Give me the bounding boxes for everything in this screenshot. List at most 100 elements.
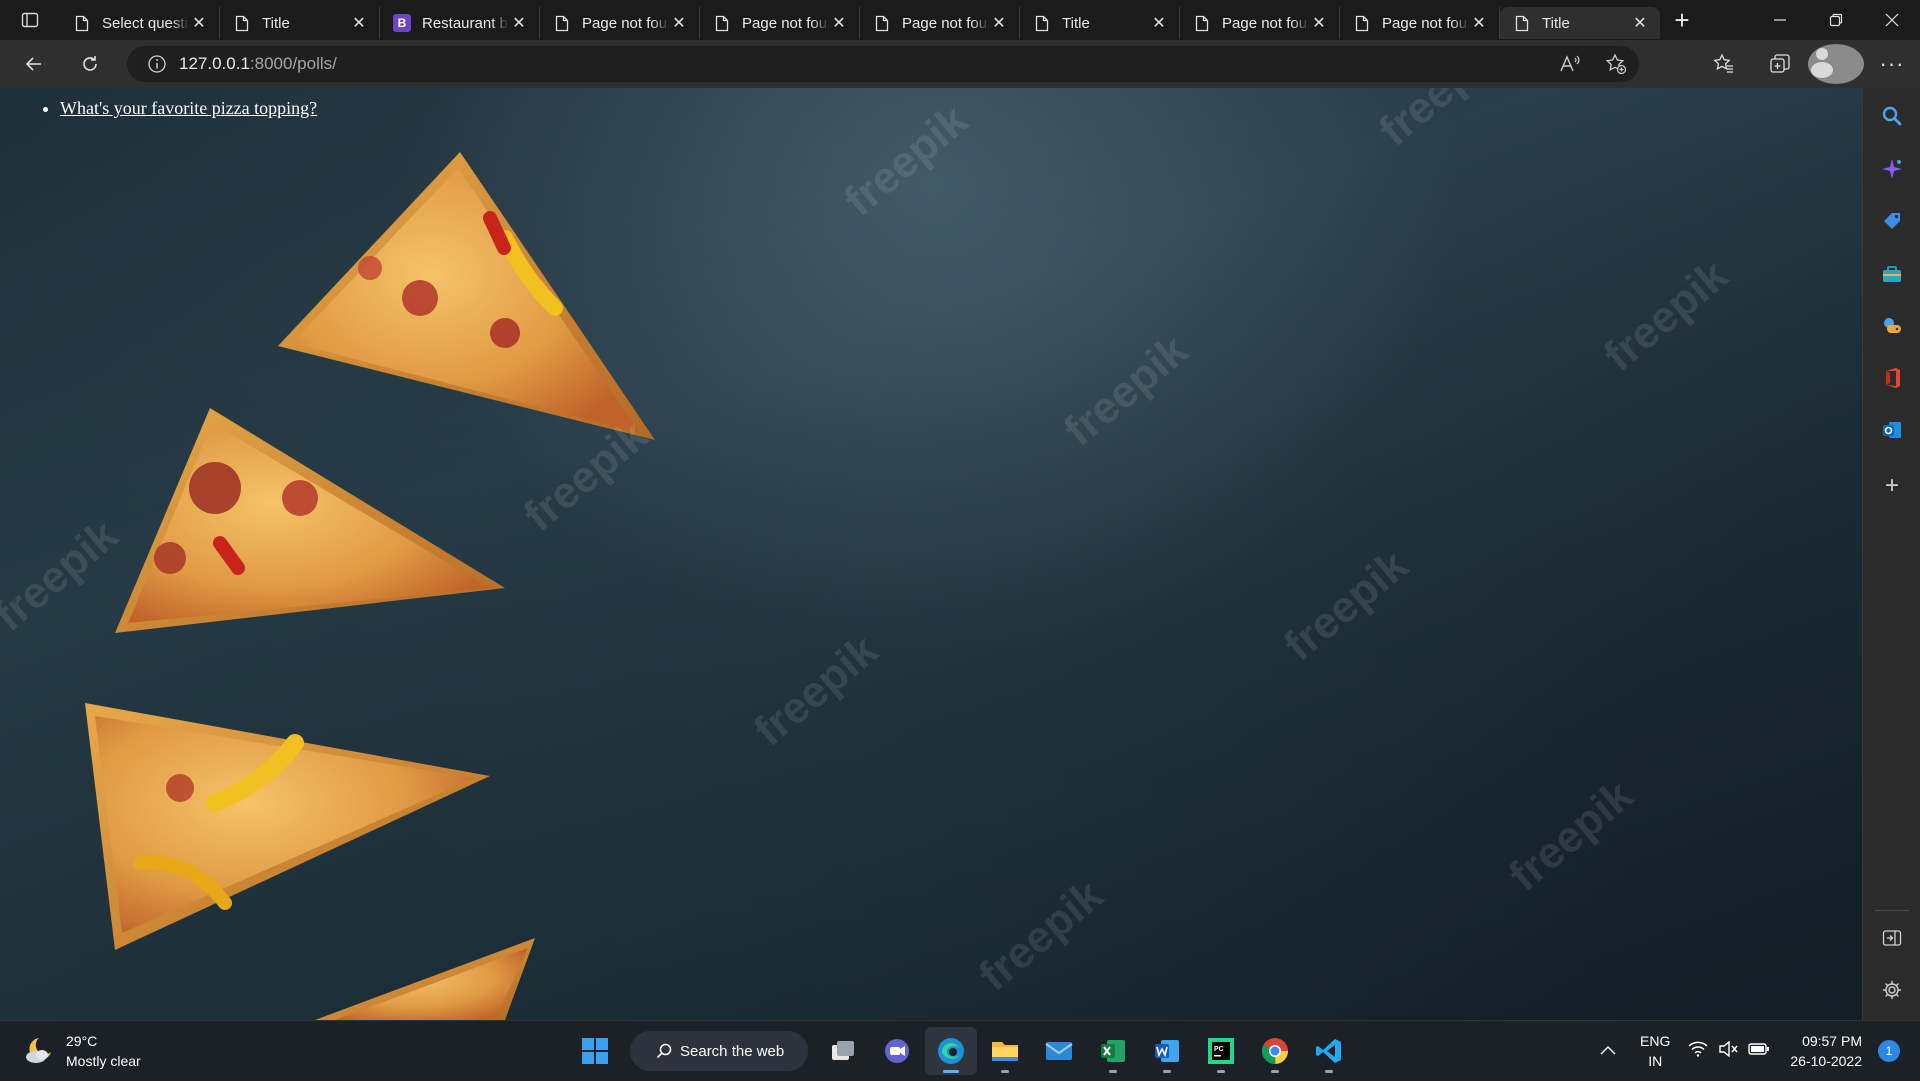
sidebar-outlook-button[interactable] [1863, 410, 1920, 450]
word-icon [1155, 1040, 1179, 1062]
favorites-icon [1713, 53, 1733, 73]
plus-icon: + [1884, 472, 1899, 499]
word-button[interactable] [1141, 1027, 1193, 1075]
sidebar-office-button[interactable] [1863, 358, 1920, 398]
start-button[interactable] [569, 1027, 621, 1075]
tab-title-active[interactable]: Title ✕ [1500, 7, 1660, 39]
back-button[interactable] [6, 44, 62, 84]
tab-title-2[interactable]: Title ✕ [1020, 7, 1180, 39]
page-viewport: freepik freepik freepik freepik freepik … [0, 88, 1862, 1020]
vscode-button[interactable] [1303, 1027, 1355, 1075]
taskbar-search-box[interactable]: Search the web [630, 1031, 808, 1071]
task-view-button[interactable] [817, 1027, 869, 1075]
mail-icon [1045, 1042, 1073, 1060]
show-hidden-icons-button[interactable] [1600, 1042, 1616, 1060]
close-icon[interactable]: ✕ [1469, 13, 1489, 33]
site-info-icon[interactable] [147, 54, 167, 74]
tab-title: Page not found [742, 14, 829, 32]
tab-strip: Select question ✕ Title ✕ B Restaurant b… [0, 0, 1920, 40]
collections-button[interactable] [1752, 44, 1808, 84]
page-icon [232, 13, 252, 33]
file-explorer-button[interactable] [979, 1027, 1031, 1075]
volume-button[interactable] [1718, 1040, 1738, 1062]
sidebar-settings-button[interactable] [1863, 970, 1920, 1010]
sidebar-divider [1875, 910, 1909, 911]
clock[interactable]: 09:57 PM 26-10-2022 [1790, 1031, 1862, 1071]
close-icon[interactable]: ✕ [349, 13, 369, 33]
chrome-button[interactable] [1249, 1027, 1301, 1075]
gear-icon [1882, 980, 1902, 1000]
sidebar-hide-button[interactable] [1863, 918, 1920, 958]
tab-title: Title [262, 14, 290, 32]
close-icon[interactable]: ✕ [829, 13, 849, 33]
profile-button[interactable] [1808, 44, 1864, 84]
close-icon[interactable]: ✕ [1309, 13, 1329, 33]
network-button[interactable] [1688, 1041, 1708, 1062]
system-tray: ENG IN 09:57 PM 26-10-2022 1 [1600, 1021, 1920, 1081]
add-favorite-button[interactable] [1593, 46, 1639, 82]
close-icon[interactable]: ✕ [189, 13, 209, 33]
edge-taskbar-button[interactable] [925, 1027, 977, 1075]
tab-page-not-found-1[interactable]: Page not found ✕ [540, 7, 700, 39]
office-icon [1886, 368, 1900, 388]
windows-logo-icon [582, 1038, 608, 1064]
chrome-icon [1261, 1038, 1288, 1064]
restore-button[interactable] [1808, 0, 1864, 40]
new-tab-button[interactable]: + [1660, 0, 1704, 40]
sidebar-add-button[interactable]: + [1863, 466, 1920, 506]
poll-question-link[interactable]: What's your favorite pizza topping? [60, 98, 317, 118]
watermark-text: freepik [1055, 325, 1197, 456]
sidebar-shopping-button[interactable] [1863, 201, 1920, 241]
close-icon[interactable]: ✕ [509, 13, 529, 33]
page-icon [1032, 13, 1052, 33]
battery-icon [1748, 1042, 1770, 1055]
settings-more-button[interactable]: ··· [1864, 44, 1920, 84]
weather-widget[interactable]: 29°C Mostly clear [22, 1031, 141, 1071]
restore-icon [1829, 13, 1843, 27]
tab-page-not-found-3[interactable]: Page not found ✕ [860, 7, 1020, 39]
watermark-text: freepik [970, 870, 1112, 1001]
search-icon [1882, 106, 1902, 126]
close-icon[interactable]: ✕ [989, 13, 1009, 33]
close-icon[interactable]: ✕ [669, 13, 689, 33]
read-aloud-button[interactable] [1547, 46, 1593, 82]
url-text: 127.0.0.1:8000/polls/ [179, 54, 337, 74]
sidebar-discover-button[interactable] [1863, 149, 1920, 189]
sidebar-search-button[interactable] [1863, 96, 1920, 136]
watermark-text: freepik [745, 625, 887, 756]
notification-badge[interactable]: 1 [1878, 1040, 1900, 1062]
favorites-button[interactable] [1696, 44, 1752, 84]
minimize-button[interactable] [1752, 0, 1808, 40]
close-window-button[interactable] [1864, 0, 1920, 40]
language-indicator[interactable]: ENG IN [1640, 1031, 1670, 1071]
close-icon[interactable]: ✕ [1630, 13, 1650, 33]
refresh-button[interactable] [62, 44, 118, 84]
tab-page-not-found-4[interactable]: Page not found ✕ [1180, 7, 1340, 39]
page-icon [1352, 13, 1372, 33]
battery-button[interactable] [1748, 1042, 1770, 1061]
sidebar-tools-button[interactable] [1863, 254, 1920, 294]
page-icon [1512, 13, 1532, 33]
page-icon [72, 13, 92, 33]
tab-page-not-found-5[interactable]: Page not found ✕ [1340, 7, 1500, 39]
edge-icon [938, 1038, 964, 1064]
excel-button[interactable] [1087, 1027, 1139, 1075]
sidebar-games-button[interactable] [1863, 306, 1920, 346]
tab-page-not-found-2[interactable]: Page not found ✕ [700, 7, 860, 39]
browser-toolbar: 127.0.0.1:8000/polls/ ··· [0, 40, 1920, 88]
outlook-icon [1883, 422, 1901, 438]
chevron-up-icon [1600, 1046, 1616, 1055]
tab-restaurant[interactable]: B Restaurant by ✕ [380, 7, 540, 39]
address-bar[interactable]: 127.0.0.1:8000/polls/ [127, 46, 1639, 82]
page-icon [872, 13, 892, 33]
mail-button[interactable] [1033, 1027, 1085, 1075]
close-icon[interactable]: ✕ [1149, 13, 1169, 33]
watermark-text: freepik [1595, 250, 1737, 381]
tab-select-question[interactable]: Select question ✕ [60, 7, 220, 39]
pizza-slice [278, 152, 655, 440]
pycharm-button[interactable]: PC [1195, 1027, 1247, 1075]
tab-title-1[interactable]: Title ✕ [220, 7, 380, 39]
tab-title: Select question [102, 14, 189, 32]
teams-chat-button[interactable] [871, 1027, 923, 1075]
tab-actions-button[interactable] [0, 0, 60, 40]
